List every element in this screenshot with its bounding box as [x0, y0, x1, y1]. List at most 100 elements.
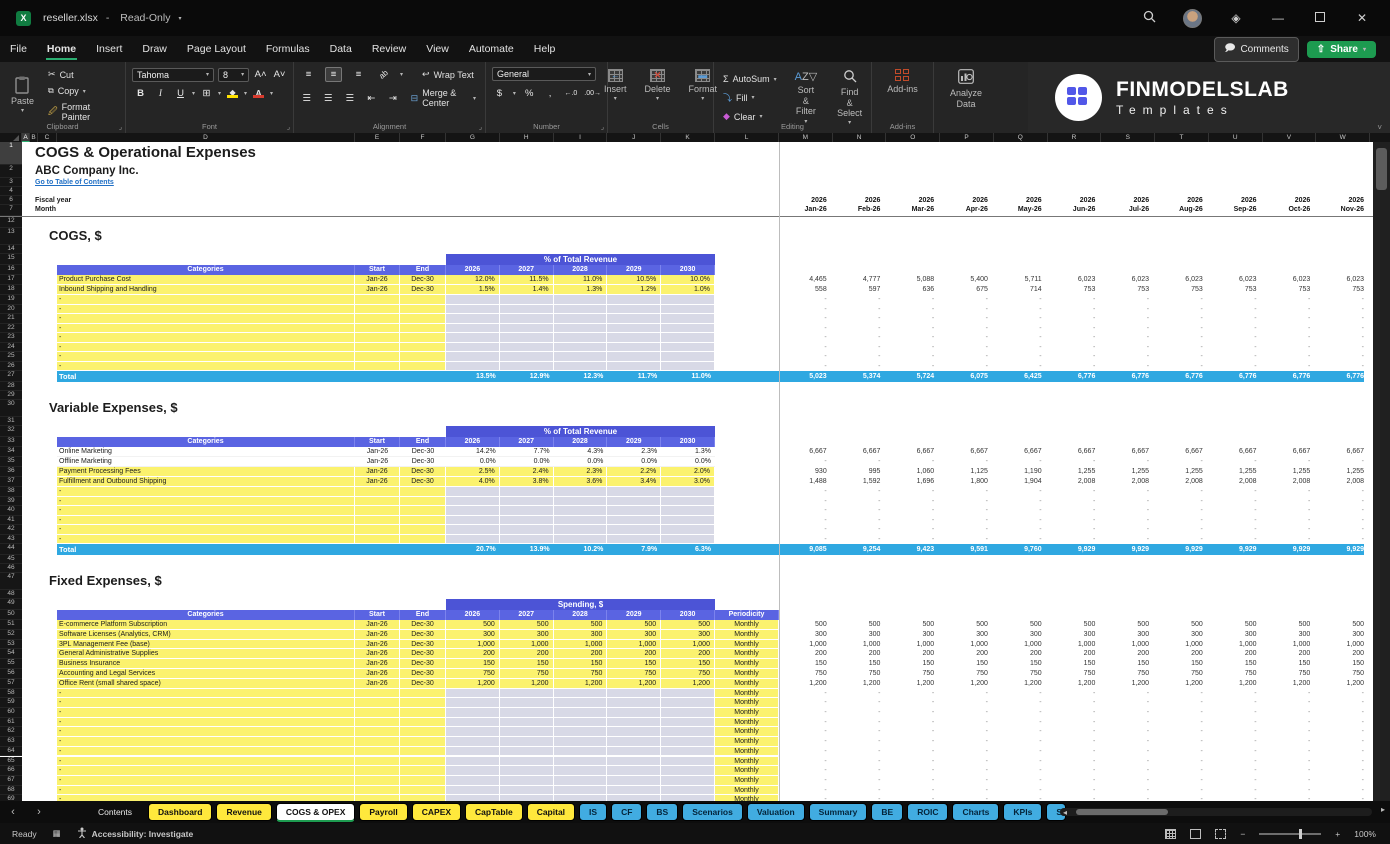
empty-yearly[interactable] [554, 727, 608, 737]
row-number[interactable]: 32 [0, 426, 22, 437]
month-value[interactable]: - [833, 487, 887, 497]
month-value[interactable]: - [886, 689, 940, 699]
empty-yearly[interactable] [554, 506, 608, 516]
header-year[interactable]: 2026 [446, 610, 500, 620]
total-month-value[interactable]: 9,929 [1316, 544, 1370, 555]
empty-end[interactable] [400, 776, 446, 786]
month-value[interactable]: - [1209, 525, 1263, 535]
month-value[interactable]: - [1209, 757, 1263, 767]
header-year[interactable]: 2026 [446, 265, 500, 275]
row-number[interactable]: 54 [0, 649, 22, 659]
empty-end[interactable] [400, 525, 446, 535]
month-value[interactable]: - [779, 766, 833, 776]
month-header-value[interactable]: Oct-26 [1263, 205, 1317, 216]
vscroll-thumb[interactable] [1376, 148, 1387, 190]
empty-yearly[interactable] [661, 314, 715, 324]
empty-start[interactable] [355, 516, 400, 526]
empty-start[interactable] [355, 324, 400, 334]
empty-start[interactable] [355, 757, 400, 767]
empty-end[interactable] [400, 487, 446, 497]
empty-start[interactable] [355, 487, 400, 497]
month-value[interactable]: - [994, 506, 1048, 516]
empty-yearly[interactable] [661, 506, 715, 516]
minimize-button[interactable]: — [1270, 11, 1286, 25]
month-value[interactable]: - [779, 516, 833, 526]
yearly-value[interactable]: 1.4% [500, 285, 554, 295]
month-value[interactable]: - [1101, 497, 1155, 507]
month-value[interactable]: - [1263, 698, 1317, 708]
table-of-contents-link[interactable]: Go to Table of Contents [35, 178, 335, 187]
fiscal-year-value[interactable]: 2026 [886, 196, 940, 205]
month-value[interactable]: - [1316, 776, 1370, 786]
month-value[interactable]: - [1101, 708, 1155, 718]
month-value[interactable]: 1,488 [779, 477, 833, 487]
month-value[interactable]: 300 [940, 630, 994, 640]
month-value[interactable]: - [940, 352, 994, 362]
empty-yearly[interactable] [607, 525, 661, 535]
empty-yearly[interactable] [554, 737, 608, 747]
month-value[interactable]: - [1155, 766, 1209, 776]
month-value[interactable]: 300 [994, 630, 1048, 640]
yearly-value[interactable]: 150 [446, 659, 500, 669]
row-number[interactable]: 19 [0, 295, 22, 305]
yearly-value[interactable]: 1,000 [661, 640, 715, 650]
month-value[interactable]: - [1101, 343, 1155, 353]
month-value[interactable]: - [1048, 333, 1102, 343]
empty-yearly[interactable] [446, 506, 500, 516]
row-number[interactable]: 31 [0, 417, 22, 426]
month-value[interactable]: 6,023 [1209, 275, 1263, 285]
month-value[interactable]: - [1048, 457, 1102, 467]
yearly-value[interactable]: 500 [661, 620, 715, 630]
month-value[interactable]: - [1155, 718, 1209, 728]
empty-yearly[interactable] [500, 497, 554, 507]
month-value[interactable]: - [833, 698, 887, 708]
month-value[interactable]: - [1263, 776, 1317, 786]
empty-category[interactable]: - [57, 333, 355, 343]
font-dialog-launcher[interactable]: ⌟ [287, 123, 290, 131]
month-value[interactable]: - [1263, 766, 1317, 776]
month-value[interactable]: - [1316, 457, 1370, 467]
month-value[interactable]: - [1316, 689, 1370, 699]
month-value[interactable]: - [886, 766, 940, 776]
month-header-value[interactable]: Jun-26 [1048, 205, 1102, 216]
empty-category[interactable]: - [57, 516, 355, 526]
empty-yearly[interactable] [446, 487, 500, 497]
empty-end[interactable] [400, 737, 446, 747]
category-name[interactable]: Inbound Shipping and Handling [57, 285, 355, 295]
month-value[interactable]: 6,667 [833, 447, 887, 457]
premium-diamond-icon[interactable]: ◈ [1228, 11, 1244, 25]
month-value[interactable]: 6,667 [886, 447, 940, 457]
empty-start[interactable] [355, 776, 400, 786]
tabs-scroll-right-icon[interactable]: › [26, 806, 52, 818]
band-header[interactable]: % of Total Revenue [446, 426, 715, 437]
month-value[interactable]: - [833, 776, 887, 786]
month-value[interactable]: - [779, 786, 833, 796]
column-header-C[interactable]: C [38, 133, 57, 142]
month-value[interactable]: - [886, 786, 940, 796]
sheet-tab-dashboard[interactable]: Dashboard [148, 803, 212, 821]
empty-yearly[interactable] [554, 776, 608, 786]
empty-yearly[interactable] [500, 352, 554, 362]
month-value[interactable]: - [940, 698, 994, 708]
empty-yearly[interactable] [446, 727, 500, 737]
band-header[interactable]: % of Total Revenue [446, 254, 715, 265]
column-header-W[interactable]: W [1316, 133, 1370, 142]
merge-center-button[interactable]: ⊟Merge & Center▾ [408, 86, 479, 110]
empty-category[interactable]: - [57, 352, 355, 362]
month-value[interactable]: - [1209, 737, 1263, 747]
month-value[interactable]: - [1263, 314, 1317, 324]
fiscal-year-label[interactable]: Fiscal year [35, 196, 155, 205]
month-value[interactable]: - [1155, 305, 1209, 315]
month-value[interactable]: 500 [1155, 620, 1209, 630]
yearly-value[interactable]: 500 [446, 620, 500, 630]
month-value[interactable]: 6,667 [1155, 447, 1209, 457]
row-number[interactable]: 45 [0, 555, 22, 564]
month-value[interactable]: 500 [886, 620, 940, 630]
empty-yearly[interactable] [554, 525, 608, 535]
month-value[interactable]: 1,000 [833, 640, 887, 650]
month-value[interactable]: - [833, 457, 887, 467]
periodicity-value[interactable]: Monthly [715, 669, 779, 679]
row-number[interactable]: 52 [0, 630, 22, 640]
month-value[interactable]: - [1101, 757, 1155, 767]
month-value[interactable]: - [1316, 362, 1370, 372]
